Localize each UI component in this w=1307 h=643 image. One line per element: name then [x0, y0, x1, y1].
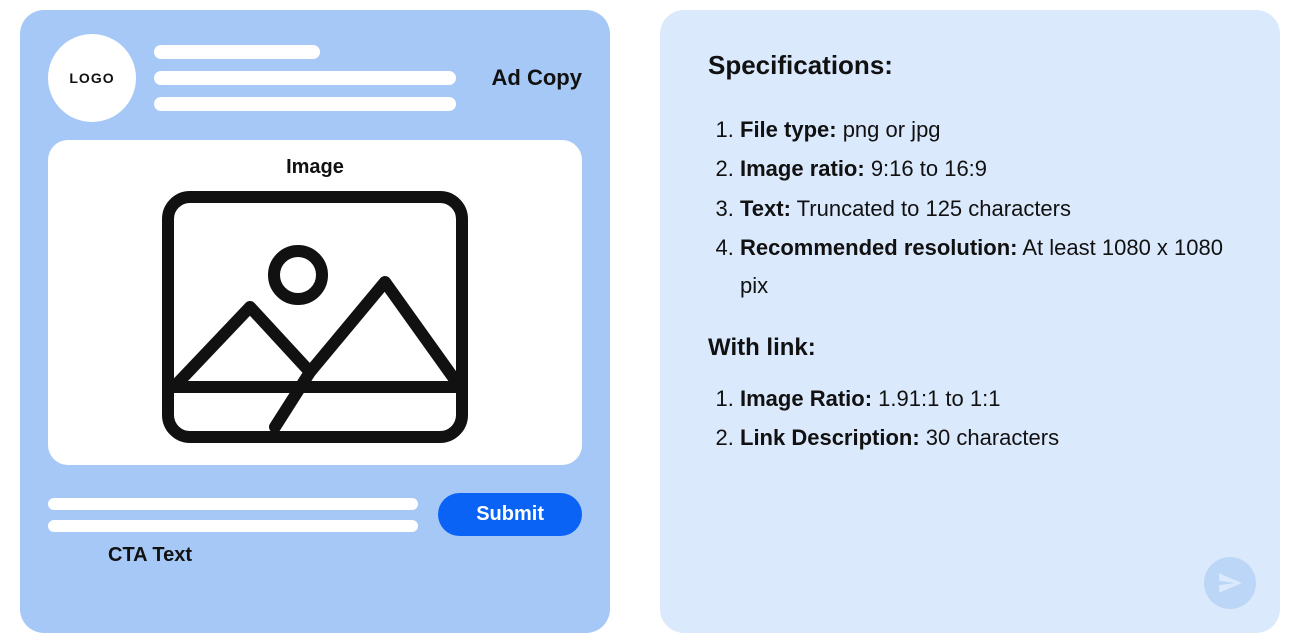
ad-mockup-card: LOGO Ad Copy Image Submit CTA Text	[20, 10, 610, 633]
spec-label: Link Description:	[740, 425, 920, 450]
spec-value: 30 characters	[920, 425, 1059, 450]
placeholder-line	[154, 45, 320, 59]
specifications-title: Specifications:	[708, 50, 1232, 81]
with-link-title: With link:	[708, 334, 1232, 362]
with-link-list: Image Ratio: 1.91:1 to 1:1 Link Descript…	[708, 380, 1232, 457]
spec-value: Truncated to 125 characters	[791, 196, 1071, 221]
specifications-panel: Specifications: File type: png or jpg Im…	[660, 10, 1280, 633]
image-icon	[160, 187, 470, 447]
placeholder-line	[154, 71, 456, 85]
spec-item: Recommended resolution: At least 1080 x …	[740, 229, 1232, 304]
spec-value: 9:16 to 16:9	[865, 156, 987, 181]
cta-lines	[48, 498, 418, 532]
submit-button[interactable]: Submit	[438, 493, 582, 536]
spec-label: Image Ratio:	[740, 386, 872, 411]
image-placeholder-card: Image	[48, 140, 582, 465]
cta-text-label: CTA Text	[108, 544, 582, 567]
spec-item: Image ratio: 9:16 to 16:9	[740, 150, 1232, 187]
spec-item: Text: Truncated to 125 characters	[740, 190, 1232, 227]
spec-label: Recommended resolution:	[740, 235, 1017, 260]
send-icon	[1204, 557, 1256, 609]
spec-item: Image Ratio: 1.91:1 to 1:1	[740, 380, 1232, 417]
spec-item: Link Description: 30 characters	[740, 419, 1232, 456]
ad-copy-lines	[154, 45, 456, 111]
spec-item: File type: png or jpg	[740, 111, 1232, 148]
spec-label: File type:	[740, 117, 837, 142]
logo-placeholder: LOGO	[48, 34, 136, 122]
spec-value: 1.91:1 to 1:1	[872, 386, 1000, 411]
cta-row: Submit	[48, 493, 582, 536]
ad-copy-label: Ad Copy	[492, 65, 582, 91]
spec-label: Text:	[740, 196, 791, 221]
placeholder-line	[48, 498, 418, 510]
spec-label: Image ratio:	[740, 156, 865, 181]
spec-value: png or jpg	[837, 117, 941, 142]
placeholder-line	[48, 520, 418, 532]
placeholder-line	[154, 97, 456, 111]
specifications-list: File type: png or jpg Image ratio: 9:16 …	[708, 111, 1232, 304]
image-label: Image	[286, 156, 344, 179]
ad-header: LOGO Ad Copy	[48, 34, 582, 122]
